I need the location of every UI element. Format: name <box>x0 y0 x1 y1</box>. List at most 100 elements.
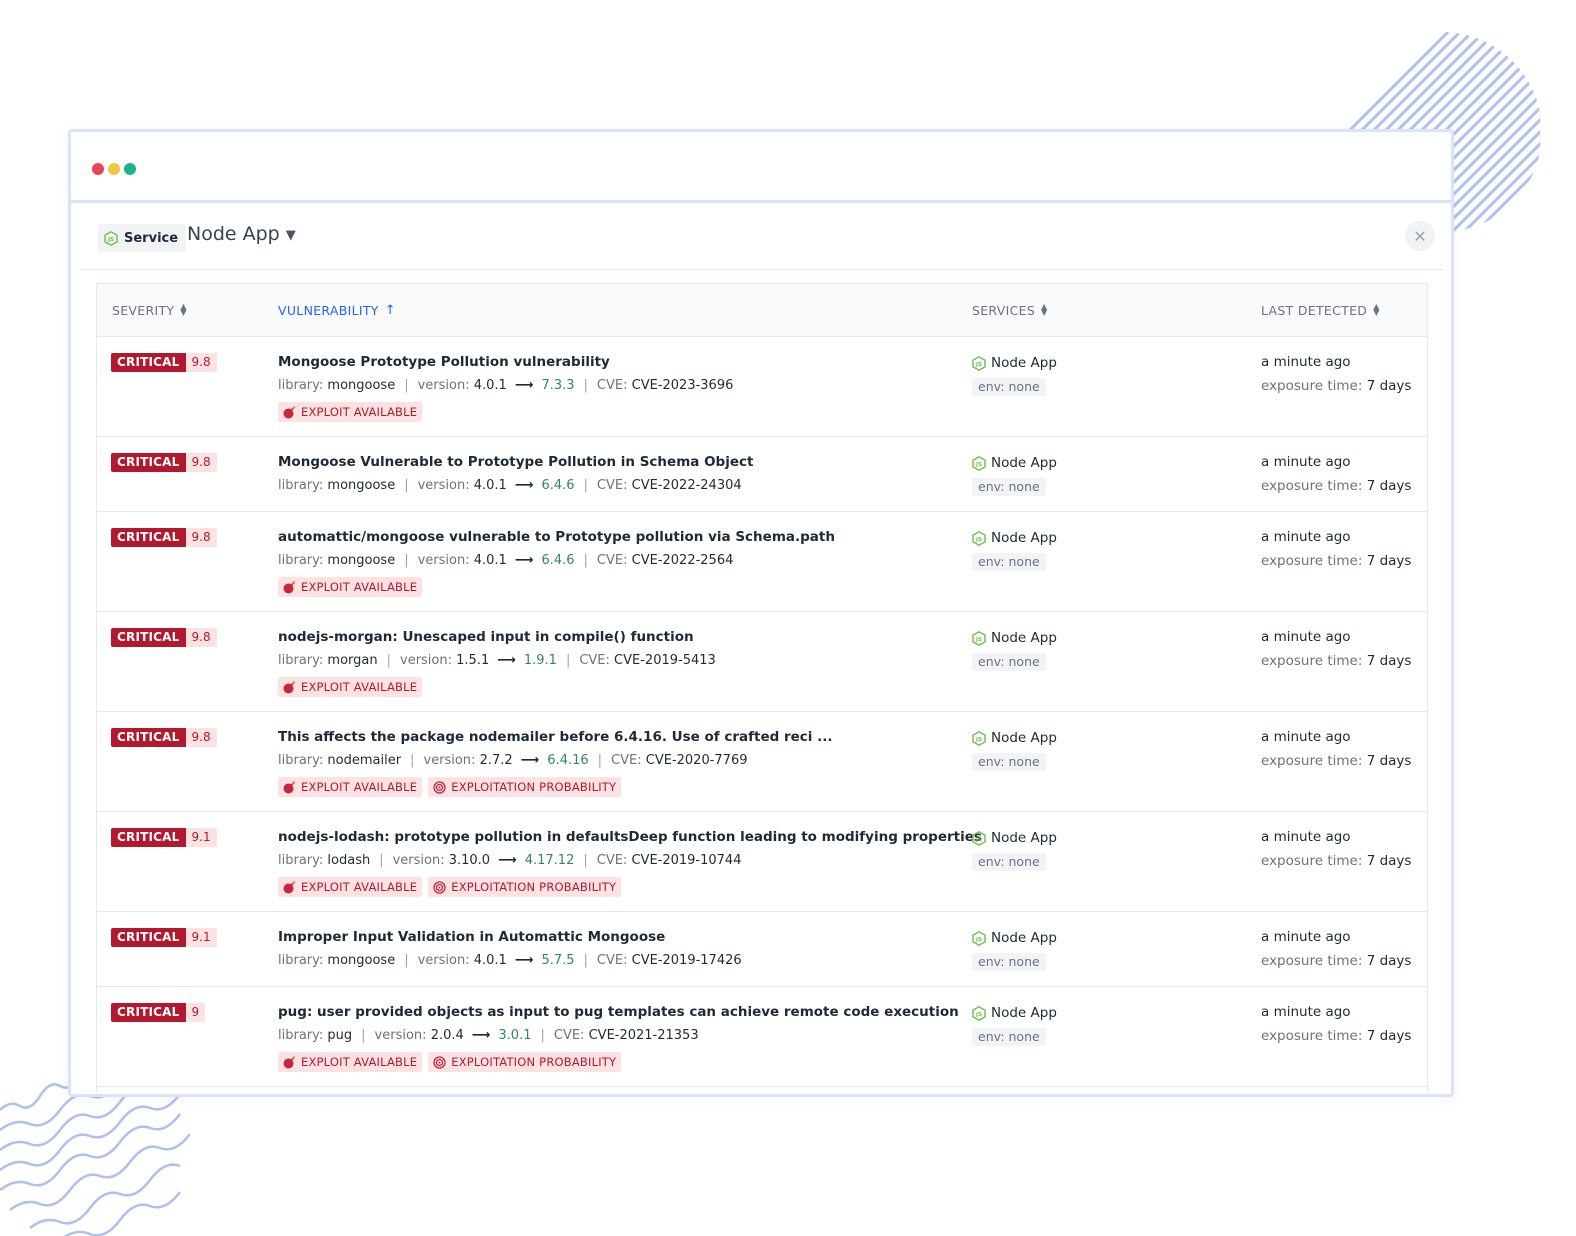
library-name: mongoose <box>327 553 396 568</box>
badge-group: EXPLOIT AVAILABLE <box>278 677 938 697</box>
service-name: Node App <box>991 355 1057 371</box>
table-row[interactable]: CRITICAL 9.8 Mongoose Prototype Pollution … <box>97 337 1427 437</box>
last-detected-cell: a minute ago exposure time: 7 days <box>1261 629 1411 671</box>
vulnerability-title[interactable]: pug: user provided objects as input to p… <box>278 1004 959 1022</box>
severity-level: CRITICAL <box>111 728 186 747</box>
last-detected-time: a minute ago <box>1261 829 1351 845</box>
severity-level: CRITICAL <box>111 453 186 472</box>
last-detected-time: a minute ago <box>1261 629 1351 645</box>
last-detected-cell: a minute ago exposure time: 7 days <box>1261 354 1411 396</box>
service-link[interactable]: JS Node App <box>972 1004 1057 1022</box>
separator: | <box>583 478 588 493</box>
nodejs-icon: JS <box>104 230 118 246</box>
target-icon <box>433 780 446 794</box>
exploit-available-badge: EXPLOIT AVAILABLE <box>278 877 423 897</box>
vulnerability-cell: Improper Input Validation in Automattic … <box>278 929 938 971</box>
service-link[interactable]: JS Node App <box>972 454 1057 472</box>
badge-group: EXPLOIT AVAILABLE <box>278 402 938 422</box>
target-icon <box>433 880 446 894</box>
badge-group: EXPLOIT AVAILABLE EXPLOITATION PROBABILIT… <box>278 777 938 797</box>
service-link[interactable]: JS Node App <box>972 354 1057 372</box>
vulnerability-title[interactable]: nodejs-morgan: Unescaped input in compil… <box>278 629 938 647</box>
severity-score: 9.8 <box>185 628 217 647</box>
column-header-label: SEVERITY <box>112 303 175 318</box>
vulnerability-meta: library: pug | version: 2.0.4 ⟶ 3.0.1 | CVE: C… <box>278 1028 938 1046</box>
env-tag: env: none <box>972 1028 1046 1046</box>
table-row[interactable]: CRITICAL 9.1 nodejs-lodash: prototype poll… <box>97 812 1427 912</box>
column-header-vulnerability[interactable]: VULNERABILITY ↑ <box>278 303 396 318</box>
vulnerability-title[interactable]: This affects the package nodemailer befo… <box>278 729 938 747</box>
vulnerability-title[interactable]: Improper Input Validation in Automattic … <box>278 929 938 947</box>
table-row[interactable]: CRITICAL 9.8 Mongoose Vulnerable to Protot… <box>97 437 1427 512</box>
column-header-last-detected[interactable]: LAST DETECTED ▲ ▼ <box>1261 302 1380 318</box>
severity-score: 9.8 <box>185 528 217 547</box>
badge-label: EXPLOITATION PROBABILITY <box>451 1055 617 1069</box>
svg-text:JS: JS <box>975 462 982 468</box>
bomb-icon <box>283 680 296 694</box>
close-icon: ✕ <box>1413 226 1427 246</box>
badge-label: EXPLOIT AVAILABLE <box>301 780 418 794</box>
exposure-label: exposure time: <box>1261 1028 1363 1044</box>
exposure-value: 7 days <box>1366 378 1412 394</box>
vulnerability-title[interactable]: nodejs-lodash: prototype pollution in de… <box>278 829 982 847</box>
service-selector[interactable]: Node App ▼ <box>187 223 296 245</box>
version-label: version: <box>417 378 470 393</box>
vulnerability-title[interactable]: automattic/mongoose vulnerable to Protot… <box>278 529 938 547</box>
separator: | <box>404 478 409 493</box>
vulnerability-meta: library: mongoose | version: 4.0.1 ⟶ 5.7.5 | C… <box>278 953 938 971</box>
service-link[interactable]: JS Node App <box>972 629 1057 647</box>
table-row[interactable]: CRITICAL 9.8 automattic/mongoose vulnerabl… <box>97 512 1427 612</box>
service-link[interactable]: JS Node App <box>972 929 1057 947</box>
cve-label: CVE: <box>579 653 610 668</box>
exploit-available-badge: EXPLOIT AVAILABLE <box>278 577 423 597</box>
fixed-version: 1.9.1 <box>523 653 557 668</box>
service-name: Node App <box>991 930 1057 946</box>
service-link[interactable]: JS Node App <box>972 529 1057 547</box>
library-name: morgan <box>327 653 378 668</box>
cve-label: CVE: <box>596 953 628 968</box>
vulnerability-meta: library: mongoose | version: 4.0.1 ⟶ 6.4.6 | C… <box>278 553 938 571</box>
table-row[interactable]: CRITICAL 9.8 nodejs-morgan: Unescaped inpu… <box>97 612 1427 712</box>
vulnerability-title[interactable]: Mongoose Prototype Pollution vulnerabili… <box>278 354 938 372</box>
service-label: Service <box>124 230 179 246</box>
table-row[interactable]: CRITICAL 9.1 Improper Input Validation in … <box>97 912 1427 987</box>
version-label: version: <box>423 753 476 768</box>
service-link[interactable]: JS Node App <box>972 729 1057 747</box>
bomb-icon <box>283 880 296 894</box>
fixed-version: 3.0.1 <box>498 1028 532 1043</box>
arrow-right-icon: ⟶ <box>514 953 534 968</box>
severity-level: CRITICAL <box>111 528 186 547</box>
bomb-icon <box>283 405 296 419</box>
arrow-right-icon: ⟶ <box>514 378 534 393</box>
separator: | <box>379 853 384 868</box>
library-label: library: <box>278 953 324 968</box>
nodejs-icon: JS <box>972 630 986 646</box>
service-link[interactable]: JS Node App <box>972 829 1057 847</box>
separator: | <box>410 753 415 768</box>
close-button[interactable]: ✕ <box>1405 221 1435 251</box>
column-header-severity[interactable]: SEVERITY ▲ ▼ <box>112 302 187 318</box>
library-name: mongoose <box>327 953 396 968</box>
vulnerability-title[interactable]: Mongoose Vulnerable to Prototype Polluti… <box>278 454 938 472</box>
service-name: Node App <box>991 1005 1057 1021</box>
separator: | <box>361 1028 366 1043</box>
library-name: lodash <box>327 853 371 868</box>
arrow-right-icon: ⟶ <box>514 478 534 493</box>
svg-text:JS: JS <box>975 737 982 743</box>
services-cell: JS Node App env: none <box>972 629 1057 671</box>
env-tag: env: none <box>972 378 1046 396</box>
table-row[interactable]: CRITICAL 9.8 This affects the package node… <box>97 712 1427 812</box>
separator: | <box>404 953 409 968</box>
window-maximize-dot[interactable] <box>124 163 136 175</box>
cve-label: CVE: <box>553 1028 585 1043</box>
arrow-right-icon: ⟶ <box>498 853 517 868</box>
window-minimize-dot[interactable] <box>108 163 120 175</box>
window-close-dot[interactable] <box>92 163 104 175</box>
table-row[interactable]: CRITICAL 9 pug: user provided objects as i… <box>97 987 1427 1087</box>
fixed-version: 5.7.5 <box>541 953 575 968</box>
window-titlebar <box>71 132 1451 203</box>
service-filter-pill[interactable]: JS Service <box>98 224 187 252</box>
exposure-value: 7 days <box>1366 553 1412 569</box>
column-header-services[interactable]: SERVICES ▲ ▼ <box>972 302 1048 318</box>
svg-text:JS: JS <box>975 1012 982 1018</box>
